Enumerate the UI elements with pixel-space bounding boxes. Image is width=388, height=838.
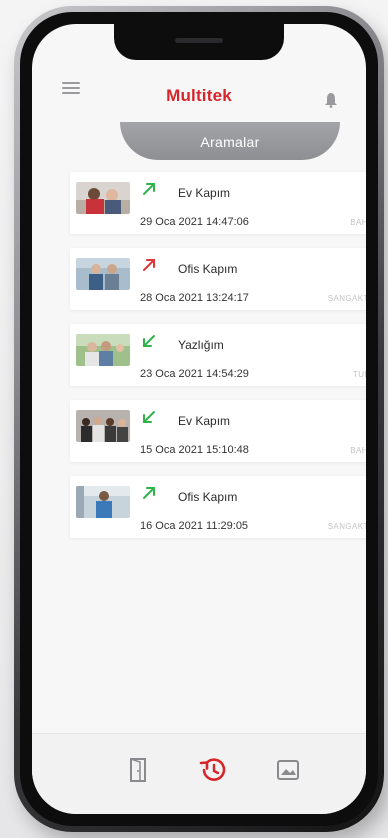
call-location: SANGAKTEPE <box>327 522 366 531</box>
call-list-item[interactable]: Ofis Kapım 28 Oca 2021 13:24:17 SANGAKTE… <box>70 248 366 310</box>
call-list: Ev Kapım 29 Oca 2021 14:47:06 BAHKOY <box>70 172 366 552</box>
phone-notch <box>114 24 284 60</box>
call-datetime: 28 Oca 2021 13:24:17 <box>140 292 249 304</box>
call-thumbnail <box>76 486 130 518</box>
outgoing-call-arrow-icon <box>143 183 155 195</box>
call-location: BAHKOY <box>350 446 366 455</box>
call-location: BAHKOY <box>350 218 366 227</box>
page-title: Aramalar <box>120 122 340 160</box>
call-thumbnail <box>76 410 130 442</box>
bottom-nav <box>32 733 366 814</box>
call-list-item[interactable]: Ofis Kapım 16 Oca 2021 11:29:05 SANGAKTE… <box>70 476 366 538</box>
phone-frame: Multitek Aramalar Ev Kapım 29 Oca 2021 1… <box>14 6 384 832</box>
call-datetime: 29 Oca 2021 14:47:06 <box>140 216 249 228</box>
call-location: SANGAKTEPE <box>327 294 366 303</box>
incoming-call-arrow-icon <box>143 335 155 347</box>
call-location: TURBIM <box>352 370 366 379</box>
app-logo: Multitek <box>166 86 232 105</box>
call-datetime: 15 Oca 2021 15:10:48 <box>140 444 249 456</box>
gallery-icon[interactable] <box>274 756 302 784</box>
app-screen: Multitek Aramalar Ev Kapım 29 Oca 2021 1… <box>32 24 366 814</box>
door-icon[interactable] <box>124 756 152 784</box>
call-thumbnail <box>76 334 130 366</box>
call-datetime: 23 Oca 2021 14:54:29 <box>140 368 249 380</box>
bell-icon[interactable] <box>324 92 338 108</box>
call-list-item[interactable]: Yazlığım 23 Oca 2021 14:54:29 TURBIM <box>70 324 366 386</box>
call-name: Yazlığım <box>178 338 224 352</box>
call-list-item[interactable]: Ev Kapım 29 Oca 2021 14:47:06 BAHKOY <box>70 172 366 234</box>
incoming-call-arrow-icon <box>143 411 155 423</box>
outgoing-call-arrow-icon <box>143 487 155 499</box>
call-name: Ev Kapım <box>178 186 231 200</box>
call-name: Ev Kapım <box>178 414 231 428</box>
call-list-item[interactable]: Ev Kapım 15 Oca 2021 15:10:48 BAHKOY <box>70 400 366 462</box>
history-icon[interactable] <box>197 754 229 786</box>
call-name: Ofis Kapım <box>178 490 238 504</box>
call-name: Ofis Kapım <box>178 262 238 276</box>
outgoing-call-arrow-icon <box>143 259 155 271</box>
speaker <box>175 38 223 43</box>
call-datetime: 16 Oca 2021 11:29:05 <box>140 520 249 532</box>
call-thumbnail <box>76 182 130 214</box>
call-thumbnail <box>76 258 130 290</box>
phone-bezel: Multitek Aramalar Ev Kapım 29 Oca 2021 1… <box>20 12 378 826</box>
